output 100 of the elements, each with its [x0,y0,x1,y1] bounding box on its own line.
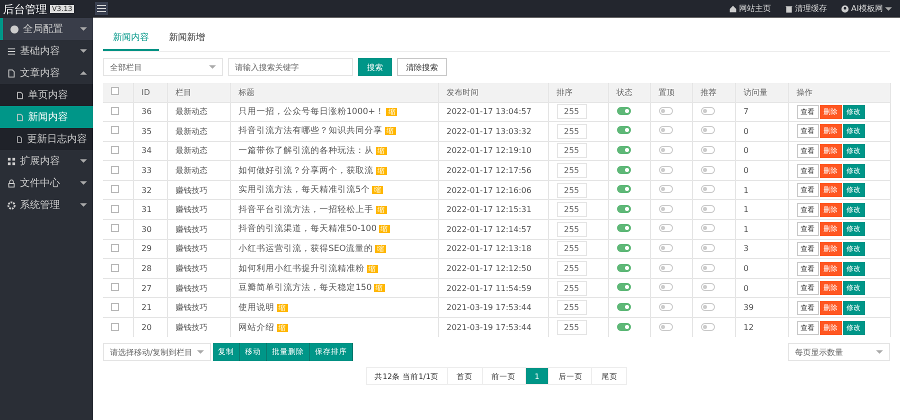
status-toggle[interactable] [616,264,630,272]
sidebar-subitem[interactable]: 更新日志内容 [0,128,93,150]
select-all-checkbox[interactable] [111,87,119,96]
row-checkbox[interactable] [111,283,119,292]
sort-field[interactable]: 255 [556,202,586,218]
row-checkbox[interactable] [111,166,119,174]
sort-field[interactable]: 255 [556,182,586,198]
sort-field[interactable]: 255 [556,104,586,120]
status-toggle[interactable] [616,204,630,213]
row-checkbox[interactable] [111,106,119,115]
status-toggle[interactable] [616,322,630,331]
column-header: 操作 [796,88,812,97]
sidebar-subitem[interactable]: 新闻内容 [0,106,93,128]
sidebar-item[interactable]: 基础内容 [0,40,93,62]
document-icon [16,112,24,122]
globe-icon [10,24,19,34]
row-checkbox[interactable] [111,146,119,154]
row-checkbox[interactable] [111,224,119,232]
sidebar-item[interactable]: 系统管理 [0,194,93,216]
caret-icon [885,6,892,10]
status-toggle[interactable] [616,106,630,115]
sort-field[interactable]: 255 [556,163,586,178]
recommend-toggle[interactable] [700,106,714,115]
clear-search-button[interactable]: 清除搜索 [397,58,447,76]
pin-toggle[interactable] [658,302,672,311]
pin-toggle[interactable] [658,322,672,331]
pin-toggle[interactable] [658,224,672,232]
sidebar-subitem[interactable]: 单页内容 [0,84,93,106]
category-cell: 赚钱技巧 [176,244,208,254]
row-checkbox[interactable] [111,126,119,134]
pin-toggle[interactable] [658,244,672,252]
id-cell: 32 [142,186,152,195]
tab[interactable]: 新闻新增 [159,24,215,51]
menu-button[interactable] [95,2,108,15]
recommend-toggle[interactable] [700,264,714,272]
target-category-select[interactable]: 请选择移动/复制到栏目 [103,343,211,362]
category-cell: 赚钱技巧 [176,323,208,332]
header-link[interactable]: 清理缓存 [785,3,828,14]
id-cell: 36 [142,107,152,116]
sidebar-item[interactable]: 扩展内容 [0,150,93,172]
pin-toggle[interactable] [658,106,672,115]
status-toggle[interactable] [616,302,630,311]
row-checkbox[interactable] [111,302,119,311]
status-toggle[interactable] [616,166,630,174]
recommend-toggle[interactable] [700,185,714,194]
sidebar-item[interactable]: 文件中心 [0,172,93,194]
sort-field[interactable]: 255 [556,320,586,336]
row-checkbox[interactable] [111,264,119,272]
pin-toggle[interactable] [658,185,672,194]
pin-toggle[interactable] [658,264,672,272]
recommend-toggle[interactable] [700,224,714,232]
sort-field[interactable]: 255 [556,124,586,139]
title-cell: 小红书运营引流，获得SEO流量的 [238,244,373,254]
id-cell: 35 [142,126,152,136]
sort-field[interactable]: 255 [556,222,586,237]
row-checkbox[interactable] [111,244,119,252]
status-toggle[interactable] [616,283,630,292]
sort-field[interactable]: 255 [556,241,586,256]
pin-toggle[interactable] [658,283,672,292]
recommend-toggle[interactable] [700,244,714,252]
search-field[interactable]: 请输入搜索关键字 [228,58,353,76]
time-cell: 2022-01-17 13:03:32 [446,126,532,136]
brand-title: 后台管理 [3,2,47,16]
caret-icon [80,181,87,185]
row-checkbox[interactable] [111,322,119,331]
row-checkbox[interactable] [111,204,119,213]
status-toggle[interactable] [616,185,630,194]
title-cell: 如何利用小红书提升引流精准粉 [238,264,364,274]
sort-field[interactable]: 255 [556,300,586,316]
page-size-select[interactable]: 每页显示数量 [788,343,890,362]
sidebar-item[interactable]: 文章内容 [0,62,93,84]
title-cell: 抖音的引流渠道，每天精准50-100 [238,224,377,234]
tab[interactable]: 新闻内容 [103,24,159,51]
recommend-toggle[interactable] [700,322,714,331]
status-toggle[interactable] [616,244,630,252]
status-toggle[interactable] [616,146,630,154]
recommend-toggle[interactable] [700,166,714,174]
recommend-toggle[interactable] [700,126,714,134]
header-link[interactable]: AI模板网 [841,3,892,14]
recommend-toggle[interactable] [700,283,714,292]
header-link[interactable]: 网站主页 [729,3,772,14]
row-checkbox[interactable] [111,185,119,194]
category-select[interactable]: 全部栏目 [103,58,223,76]
pin-toggle[interactable] [658,126,672,134]
visits-cell: 12 [744,323,754,332]
search-button[interactable]: 搜索 [358,58,392,76]
recommend-toggle[interactable] [700,302,714,311]
recommend-toggle[interactable] [700,204,714,213]
caret-icon [197,350,204,354]
pin-toggle[interactable] [658,146,672,154]
sort-field[interactable]: 255 [556,280,586,296]
status-toggle[interactable] [616,126,630,134]
sort-field[interactable]: 255 [556,261,586,276]
pin-toggle[interactable] [658,204,672,213]
sidebar-item[interactable]: 全局配置 [0,18,93,40]
recommend-toggle[interactable] [700,146,714,154]
pin-toggle[interactable] [658,166,672,174]
sort-field[interactable]: 255 [556,143,586,158]
caret-icon [209,65,216,69]
status-toggle[interactable] [616,224,630,232]
